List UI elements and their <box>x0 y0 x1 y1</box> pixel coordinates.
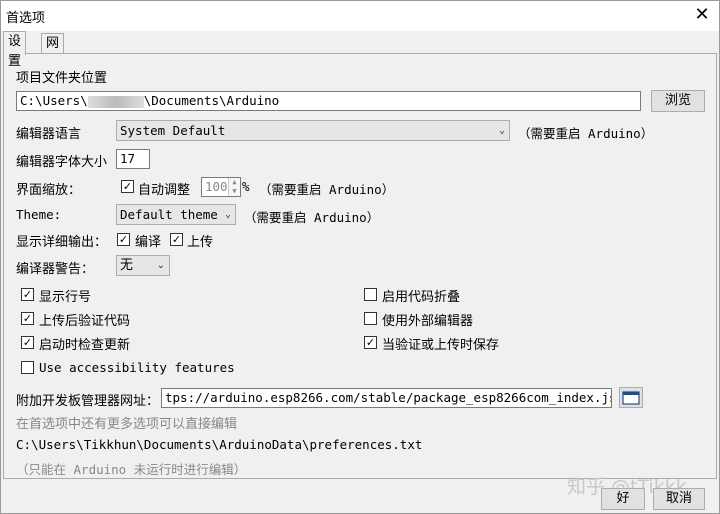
check-updates-checkbox[interactable]: ✓ <box>21 336 34 349</box>
window-icon <box>622 391 640 405</box>
title-bar: 首选项 ✕ <box>1 1 719 31</box>
external-editor-label: 使用外部编辑器 <box>382 314 474 329</box>
accessibility-label: Use accessibility features <box>39 360 235 375</box>
chevron-down-icon: ⌄ <box>156 260 165 271</box>
prefs-path: C:\Users\Tikkhun\Documents\ArduinoData\p… <box>16 437 423 452</box>
ok-button[interactable]: 好 <box>601 488 645 510</box>
show-line-numbers-label: 显示行号 <box>39 290 92 305</box>
sketchbook-path-prefix: C:\Users\ <box>20 93 88 108</box>
close-icon[interactable]: ✕ <box>691 4 713 26</box>
show-line-numbers-checkbox[interactable]: ✓ <box>21 288 34 301</box>
more-prefs-text: 在首选项中还有更多选项可以直接编辑 <box>16 417 238 432</box>
scale-note: （需要重启 Arduino） <box>259 182 395 197</box>
code-folding-checkbox[interactable] <box>364 288 377 301</box>
chevron-down-icon: ⌄ <box>224 209 231 220</box>
code-folding-label: 启用代码折叠 <box>382 290 461 305</box>
auto-scale-checkbox[interactable]: ✓ <box>121 180 134 193</box>
scale-value: 100 <box>205 179 228 194</box>
editor-language-select[interactable]: System Default ⌄ <box>116 120 510 141</box>
verify-after-upload-label: 上传后验证代码 <box>39 314 131 329</box>
window-title: 首选项 <box>6 11 46 26</box>
verbose-upload-checkbox[interactable]: ✓ <box>170 233 183 246</box>
cancel-button[interactable]: 取消 <box>653 488 705 510</box>
board-urls-label: 附加开发板管理器网址： <box>16 394 160 409</box>
editor-language-value: System Default <box>120 123 226 138</box>
check-updates-label: 启动时检查更新 <box>39 338 131 353</box>
external-editor-checkbox[interactable] <box>364 312 377 325</box>
preferences-dialog: 首选项 ✕ 设置 网络 项目文件夹位置 C:\Users\ \Documents\… <box>0 0 720 514</box>
verbose-upload-label: 上传 <box>187 235 214 250</box>
board-urls-field[interactable]: tps://arduino.esp8266.com/stable/package… <box>161 388 612 408</box>
interface-scale-label: 界面缩放： <box>16 183 82 198</box>
save-on-verify-checkbox[interactable]: ✓ <box>364 336 377 349</box>
compiler-warnings-value: 无 <box>120 258 134 273</box>
save-on-verify-label: 当验证或上传时保存 <box>382 338 500 353</box>
theme-label: Theme: <box>16 207 62 222</box>
edit-urls-button[interactable] <box>619 387 643 408</box>
theme-note: （需要重启 Arduino） <box>244 210 380 225</box>
verbose-compile-label: 编译 <box>135 235 162 250</box>
tab-settings[interactable]: 设置 <box>3 31 27 69</box>
compiler-warnings-select[interactable]: 无 ⌄ <box>116 255 170 276</box>
verbose-label: 显示详细输出： <box>16 235 108 250</box>
accessibility-checkbox[interactable] <box>21 361 34 374</box>
verbose-compile-checkbox[interactable]: ✓ <box>117 233 130 246</box>
auto-scale-label: 自动调整 <box>138 183 191 198</box>
scale-spinner[interactable]: 100 ▲ ▼ <box>201 177 241 197</box>
settings-panel: 项目文件夹位置 C:\Users\ \Documents\Arduino 浏览 编… <box>3 53 717 479</box>
verify-after-upload-checkbox[interactable]: ✓ <box>21 312 34 325</box>
chevron-down-icon: ⌄ <box>498 125 505 136</box>
editor-language-note: （需要重启 Arduino） <box>518 126 654 141</box>
tab-network[interactable]: 网络 <box>41 33 65 71</box>
sketchbook-label: 项目文件夹位置 <box>16 71 108 86</box>
font-size-field[interactable]: 17 <box>116 149 150 169</box>
sketchbook-path-field[interactable]: C:\Users\ \Documents\Arduino <box>16 91 641 111</box>
browse-button[interactable]: 浏览 <box>651 90 705 112</box>
compiler-warnings-label: 编译器警告： <box>16 262 95 277</box>
sketchbook-path-suffix: \Documents\Arduino <box>143 93 280 108</box>
spinner-arrows-icon[interactable]: ▲ ▼ <box>228 178 240 196</box>
theme-select[interactable]: Default theme ⌄ <box>116 204 236 225</box>
redacted-username <box>87 95 144 108</box>
scale-unit: % <box>242 179 250 194</box>
theme-value: Default theme <box>120 207 218 222</box>
editor-language-label: 编辑器语言 <box>16 127 82 142</box>
font-size-label: 编辑器字体大小 <box>16 155 108 170</box>
prefs-note: （只能在 Arduino 未运行时进行编辑） <box>16 462 247 477</box>
